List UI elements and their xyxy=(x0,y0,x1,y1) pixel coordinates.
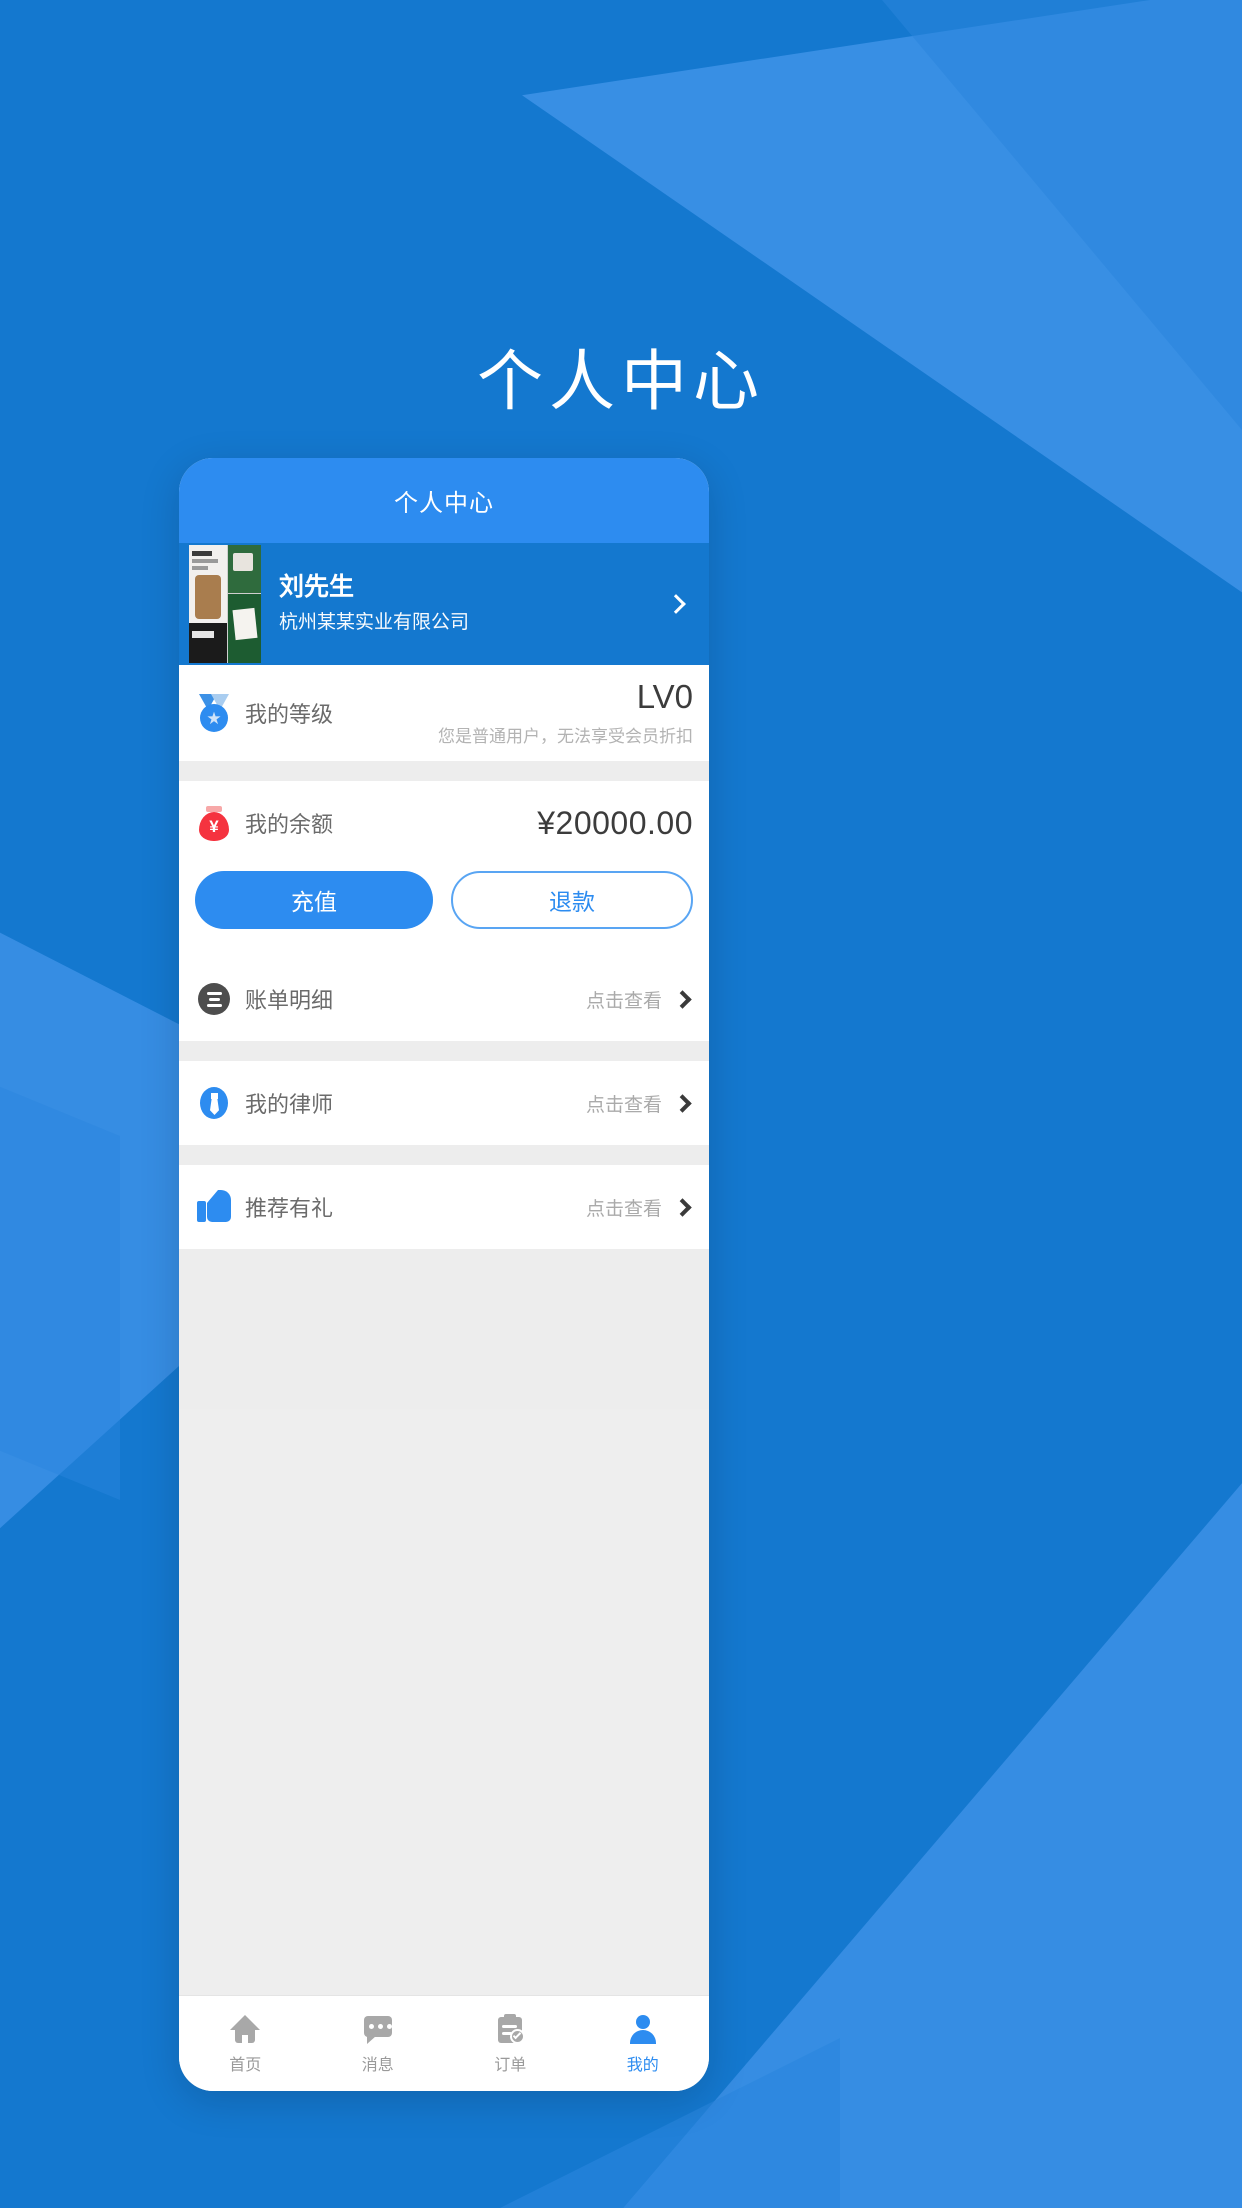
tab-mine-label: 我的 xyxy=(626,2056,659,2074)
row-my-balance-label: 我的余额 xyxy=(245,812,334,837)
app-header: 个人中心 xyxy=(179,458,709,543)
profile-text: 刘先生 杭州某某实业有限公司 xyxy=(279,571,669,637)
tab-orders[interactable]: 订单 xyxy=(444,2013,577,2075)
section-divider xyxy=(179,761,709,781)
profile-name: 刘先生 xyxy=(279,572,355,601)
refund-button[interactable]: 退款 xyxy=(451,871,693,929)
row-my-level-value-group: LV0 您是普通用户，无法享受会员折扣 xyxy=(438,680,693,747)
tie-icon xyxy=(195,1084,233,1122)
page-title: 个人中心 xyxy=(477,344,765,418)
level-subtitle: 您是普通用户，无法享受会员折扣 xyxy=(438,726,693,746)
row-referral-rewards-label: 推荐有礼 xyxy=(245,1196,334,1221)
order-icon xyxy=(493,2013,527,2045)
tab-messages-label: 消息 xyxy=(361,2056,394,2074)
chevron-right-icon[interactable] xyxy=(666,594,686,614)
row-my-level[interactable]: ★ 我的等级 LV0 您是普通用户，无法享受会员折扣 xyxy=(179,665,709,761)
person-icon xyxy=(626,2013,660,2045)
bill-icon xyxy=(195,980,233,1018)
row-my-lawyer-hint: 点击查看 xyxy=(585,1094,662,1116)
money-bag-icon: ¥ xyxy=(195,804,233,842)
tab-messages[interactable]: 消息 xyxy=(312,2013,445,2075)
content-filler xyxy=(179,1249,709,1409)
chevron-right-icon[interactable] xyxy=(673,1197,692,1217)
section-divider xyxy=(179,1041,709,1061)
row-bill-details-label: 账单明细 xyxy=(245,988,334,1013)
tab-mine[interactable]: 我的 xyxy=(577,2013,710,2075)
row-bill-details[interactable]: 账单明细 点击查看 xyxy=(179,957,709,1041)
home-icon xyxy=(228,2013,262,2045)
profile-company: 杭州某某实业有限公司 xyxy=(279,611,470,633)
section-divider xyxy=(179,1145,709,1165)
message-icon xyxy=(361,2013,395,2045)
balance-value: ¥20000.00 xyxy=(537,804,693,841)
thumb-up-icon xyxy=(195,1188,233,1226)
level-value: LV0 xyxy=(636,677,693,715)
tab-home[interactable]: 首页 xyxy=(179,2013,312,2075)
row-my-level-label: 我的等级 xyxy=(245,702,334,727)
app-header-title: 个人中心 xyxy=(394,490,494,517)
row-my-balance[interactable]: ¥ 我的余额 ¥20000.00 xyxy=(179,781,709,865)
row-bill-details-hint: 点击查看 xyxy=(585,990,662,1012)
recharge-button[interactable]: 充值 xyxy=(195,871,433,929)
chevron-right-icon[interactable] xyxy=(673,1093,692,1113)
phone-mockup: 个人中心 刘先生 杭州某某实业有限公司 ★ 我的等级 LV0 您是普通用户，无法… xyxy=(179,458,709,2091)
row-my-lawyer-label: 我的律师 xyxy=(245,1092,334,1117)
medal-icon: ★ xyxy=(195,694,233,732)
row-referral-rewards-hint: 点击查看 xyxy=(585,1198,662,1220)
chevron-right-icon[interactable] xyxy=(673,989,692,1009)
bottom-tab-bar: 首页 消息 订单 我的 xyxy=(179,1995,709,2091)
tab-home-label: 首页 xyxy=(229,2056,262,2074)
avatar xyxy=(189,545,261,663)
balance-actions: 充值 退款 xyxy=(179,865,709,957)
tab-orders-label: 订单 xyxy=(494,2056,527,2074)
row-my-lawyer[interactable]: 我的律师 点击查看 xyxy=(179,1061,709,1145)
profile-card[interactable]: 刘先生 杭州某某实业有限公司 xyxy=(179,543,709,665)
row-referral-rewards[interactable]: 推荐有礼 点击查看 xyxy=(179,1165,709,1249)
